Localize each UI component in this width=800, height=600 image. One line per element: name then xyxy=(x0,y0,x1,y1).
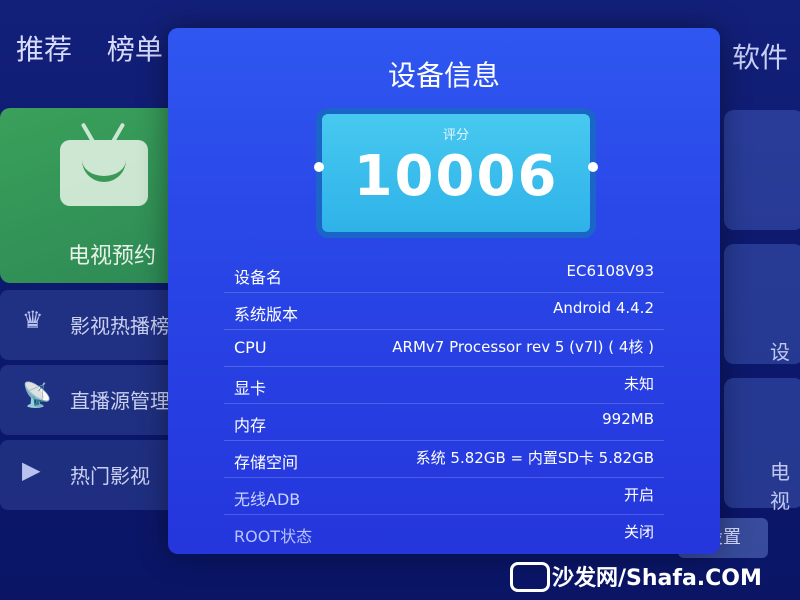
info-value: 992MB xyxy=(602,410,654,428)
watermark: 沙发网/Shafa.COM xyxy=(552,566,762,591)
side-item-label: 直播源管理 xyxy=(70,389,170,413)
info-key: CPU xyxy=(234,338,267,357)
info-key: ROOT状态 xyxy=(234,527,313,546)
info-row: 无线ADB 开启 xyxy=(224,478,664,515)
info-key: 显卡 xyxy=(234,379,267,398)
sofa-logo-icon xyxy=(510,562,550,592)
info-row: CPU ARMv7 Processor rev 5 (v7l) ( 4核 ) xyxy=(224,330,664,367)
info-key: 系统版本 xyxy=(234,305,299,324)
info-row: 存储空间 系统 5.82GB = 内置SD卡 5.82GB xyxy=(224,441,664,478)
nav-tab-ranking[interactable]: 榜单 xyxy=(107,33,163,66)
side-item-label: 热门影视 xyxy=(70,464,150,488)
info-value: ARMv7 Processor rev 5 (v7l) ( 4核 ) xyxy=(392,338,654,356)
right-tile-top[interactable] xyxy=(724,110,800,230)
device-info-dialog: 设备信息 评分 10006 设备名 EC6108V93 系统版本 Android… xyxy=(168,28,720,554)
info-value: Android 4.4.2 xyxy=(553,299,654,317)
dialog-title: 设备信息 xyxy=(387,59,500,92)
info-row: 设备名 EC6108V93 xyxy=(224,256,664,293)
info-row: 内存 992MB xyxy=(224,404,664,441)
info-value: 关闭 xyxy=(623,523,654,541)
satellite-dish-icon: 📡 xyxy=(22,381,52,409)
score-label: 评分 xyxy=(442,128,469,143)
info-key: 无线ADB xyxy=(234,490,301,509)
info-row: 显卡 未知 xyxy=(224,367,664,404)
right-tile-label: 电视 xyxy=(770,460,790,513)
info-row: ROOT状态 关闭 xyxy=(224,515,664,551)
nav-tab-recommend[interactable]: 推荐 xyxy=(16,33,72,66)
top-nav: 推荐 榜单 xyxy=(16,28,189,68)
info-value: 未知 xyxy=(623,375,654,393)
info-value: 系统 5.82GB = 内置SD卡 5.82GB xyxy=(415,449,654,467)
info-row: 系统版本 Android 4.4.2 xyxy=(224,293,664,330)
score-value: 10006 xyxy=(353,144,559,209)
info-key: 设备名 xyxy=(234,268,283,287)
info-value: EC6108V93 xyxy=(566,262,654,280)
score-panel: 评分 10006 xyxy=(314,108,598,238)
info-key: 内存 xyxy=(234,416,267,435)
info-value: 开启 xyxy=(623,486,654,504)
tv-schedule-label: 电视预约 xyxy=(68,244,157,269)
side-item-label: 影视热播榜 xyxy=(70,314,170,338)
right-tile-label: 设 xyxy=(770,340,790,364)
play-icon: ▶ xyxy=(22,456,41,484)
info-key: 存储空间 xyxy=(234,453,299,472)
info-table: 设备名 EC6108V93 系统版本 Android 4.4.2 CPU ARM… xyxy=(224,256,664,551)
nav-tab-software[interactable]: 软件 xyxy=(732,36,788,76)
crown-icon: ♛ xyxy=(22,306,44,334)
tv-icon xyxy=(60,140,148,206)
